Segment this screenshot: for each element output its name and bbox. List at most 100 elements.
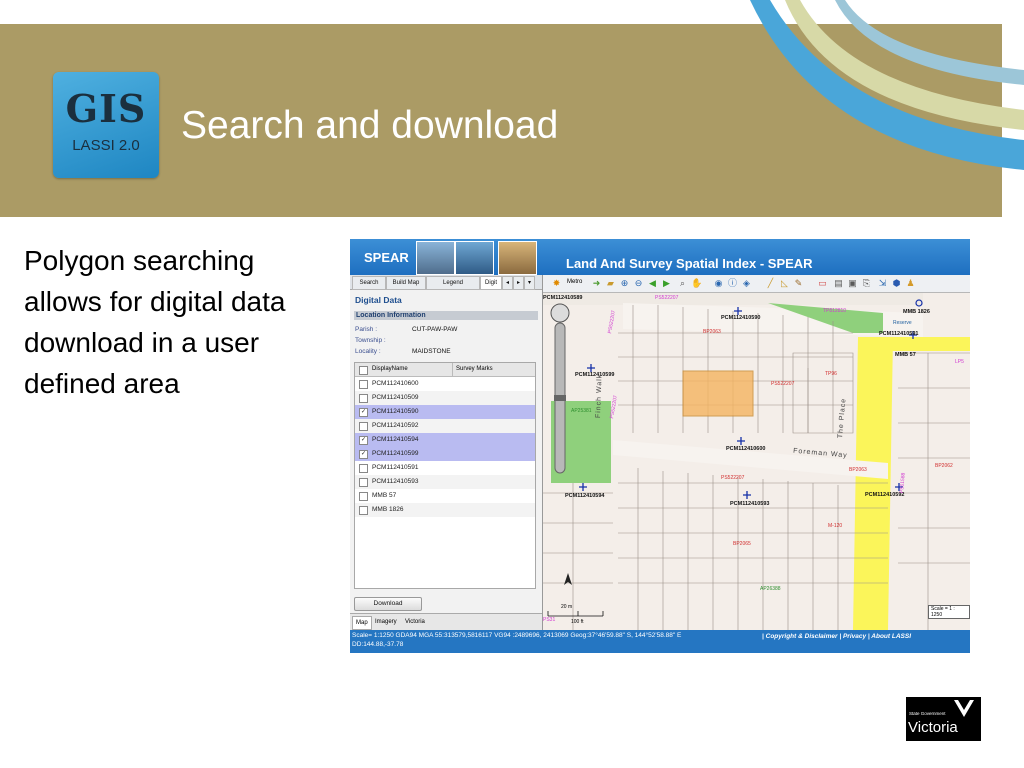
row-checkbox[interactable]: ✓ bbox=[359, 450, 368, 459]
plan-label: PS522207 bbox=[655, 295, 679, 301]
plan-label: BP2063 bbox=[703, 329, 721, 335]
plan-label: LP5 bbox=[955, 359, 964, 365]
map-label: PCM112410593 bbox=[730, 501, 770, 507]
brand-label: SPEAR bbox=[364, 250, 409, 265]
tab-map[interactable]: Map bbox=[352, 616, 372, 630]
save-icon[interactable]: ▣ bbox=[847, 278, 858, 289]
list-item[interactable]: PCM112410591 bbox=[355, 461, 535, 475]
victoria-logo: State Government Victoria bbox=[906, 697, 981, 741]
plan-label: BP2063 bbox=[849, 467, 867, 473]
col-displayname[interactable]: DisplayName bbox=[372, 363, 408, 376]
download-button[interactable]: Download bbox=[354, 597, 422, 611]
pan-arrow-icon[interactable]: ➜ bbox=[591, 278, 602, 289]
about-link[interactable]: About LASSI bbox=[871, 633, 911, 640]
plan-label: PS522207 bbox=[771, 381, 795, 387]
township-label: Township : bbox=[355, 337, 386, 344]
map-label: PCM112410600 bbox=[726, 446, 766, 452]
tab-search[interactable]: Search bbox=[352, 276, 386, 290]
list-item[interactable]: MMB 1826 bbox=[355, 503, 535, 517]
list-item[interactable]: PCM112410600 bbox=[355, 377, 535, 391]
row-label: PCM112410594 bbox=[372, 436, 419, 443]
map-toolbar: ✸ Metro ➜ ▰ ⊕ ⊖ ◀ ▶ ⌕ ✋ ◉ ⓘ ◈ ╱ ◺ ✎ ▭ ▤ … bbox=[543, 275, 970, 293]
tab-scroll-right-icon[interactable]: ▸ bbox=[513, 276, 524, 290]
list-item[interactable]: ✓ PCM112410599 bbox=[355, 447, 535, 461]
cube-icon[interactable]: ⬢ bbox=[891, 278, 902, 289]
folder-icon[interactable]: ▰ bbox=[605, 278, 616, 289]
plan-label: BP2062 bbox=[935, 463, 953, 469]
tab-build-map[interactable]: Build Map bbox=[386, 276, 426, 290]
copyright-link[interactable]: Copyright & Disclaimer bbox=[766, 633, 838, 640]
tab-digital[interactable]: Digit bbox=[480, 276, 502, 290]
plan-label: TP812810 bbox=[823, 308, 847, 314]
tab-scroll-left-icon[interactable]: ◂ bbox=[502, 276, 513, 290]
locality-value: MAIDSTONE bbox=[412, 348, 451, 355]
zoom-out-icon[interactable]: ⊖ bbox=[633, 278, 644, 289]
select-all-checkbox[interactable] bbox=[359, 366, 368, 375]
row-checkbox[interactable]: ✓ bbox=[359, 436, 368, 445]
row-checkbox[interactable] bbox=[359, 506, 368, 515]
list-item[interactable]: PCM112410593 bbox=[355, 475, 535, 489]
logo-title: GIS bbox=[65, 86, 147, 131]
row-checkbox[interactable] bbox=[359, 464, 368, 473]
row-checkbox[interactable] bbox=[359, 478, 368, 487]
export-icon[interactable]: ⎘ bbox=[861, 278, 872, 289]
victoria-label: Victoria bbox=[908, 719, 958, 736]
row-checkbox[interactable] bbox=[359, 380, 368, 389]
draw-icon[interactable]: ✎ bbox=[793, 278, 804, 289]
plan-label: TP96 bbox=[825, 371, 837, 377]
row-checkbox[interactable]: ✓ bbox=[359, 408, 368, 417]
row-checkbox[interactable] bbox=[359, 394, 368, 403]
list-item[interactable]: ✓ PCM112410594 bbox=[355, 433, 535, 447]
scale-bar-imperial: 100 ft bbox=[571, 619, 584, 625]
panel-title: Digital Data bbox=[355, 295, 402, 305]
layers-icon[interactable]: ◈ bbox=[741, 278, 752, 289]
person-icon[interactable]: ♟ bbox=[905, 278, 916, 289]
search-icon[interactable]: ⌕ bbox=[677, 278, 688, 289]
tab-imagery[interactable]: Imagery bbox=[372, 616, 400, 628]
header-photo-2 bbox=[455, 241, 494, 275]
row-checkbox[interactable] bbox=[359, 492, 368, 501]
grid-header: DisplayName Survey Marks bbox=[355, 363, 535, 377]
header-photo-3 bbox=[498, 241, 537, 275]
bottom-tabs: Map Imagery Victoria bbox=[350, 613, 542, 630]
tab-victoria[interactable]: Victoria bbox=[402, 616, 428, 628]
tab-legend[interactable]: Legend bbox=[426, 276, 480, 290]
parish-label: Parish : bbox=[355, 326, 378, 333]
info-icon[interactable]: ⓘ bbox=[727, 278, 738, 289]
list-item[interactable]: PCM112410509 bbox=[355, 391, 535, 405]
hand-icon[interactable]: ✋ bbox=[691, 278, 702, 289]
area-icon[interactable]: ◺ bbox=[779, 278, 790, 289]
logo-subtitle: LASSI 2.0 bbox=[72, 137, 140, 154]
list-item[interactable]: PCM112410592 bbox=[355, 419, 535, 433]
back-icon[interactable]: ◀ bbox=[647, 278, 658, 289]
list-item[interactable]: MMB 57 bbox=[355, 489, 535, 503]
row-checkbox[interactable] bbox=[359, 422, 368, 431]
gis-lassi-logo: GIS LASSI 2.0 bbox=[53, 72, 159, 178]
location-info-header: Location Information bbox=[354, 311, 538, 320]
bullet-text: Polygon searching allows for digital dat… bbox=[24, 245, 286, 399]
print-icon[interactable]: ▤ bbox=[833, 278, 844, 289]
plan-label: BP2065 bbox=[733, 541, 751, 547]
zoom-in-icon[interactable]: ⊕ bbox=[619, 278, 630, 289]
tab-menu-icon[interactable]: ▾ bbox=[524, 276, 535, 290]
panel-tabs: Search Build Map Legend Digit ◂ ▸ ▾ bbox=[350, 275, 542, 290]
state-government-label: State Government bbox=[909, 711, 946, 716]
row-label: PCM112410509 bbox=[372, 394, 419, 401]
plan-label: PS522207 bbox=[721, 475, 745, 481]
forward-icon[interactable]: ▶ bbox=[661, 278, 672, 289]
map-label: PCM112410591 bbox=[879, 331, 919, 337]
scale-label: Scale = 1 : 1250 bbox=[928, 605, 970, 619]
metro-label[interactable]: Metro bbox=[567, 279, 582, 285]
measure-icon[interactable]: ╱ bbox=[765, 278, 776, 289]
download-arrow-icon[interactable]: ⇲ bbox=[877, 278, 888, 289]
eraser-icon[interactable]: ▭ bbox=[817, 278, 828, 289]
identify-icon[interactable]: ◉ bbox=[713, 278, 724, 289]
footer-links: | Copyright & Disclaimer | Privacy | Abo… bbox=[762, 633, 912, 640]
results-grid: DisplayName Survey Marks PCM112410600 PC… bbox=[354, 362, 536, 589]
list-item[interactable]: ✓ PCM112410590 bbox=[355, 405, 535, 419]
map-label: PCM112410599 bbox=[575, 372, 615, 378]
col-survey-marks[interactable]: Survey Marks bbox=[452, 363, 493, 376]
privacy-link[interactable]: Privacy bbox=[843, 633, 866, 640]
map-canvas[interactable]: PCM112410589 PCM112410590 PCM112410591 P… bbox=[543, 293, 970, 630]
sun-icon[interactable]: ✸ bbox=[551, 278, 562, 289]
